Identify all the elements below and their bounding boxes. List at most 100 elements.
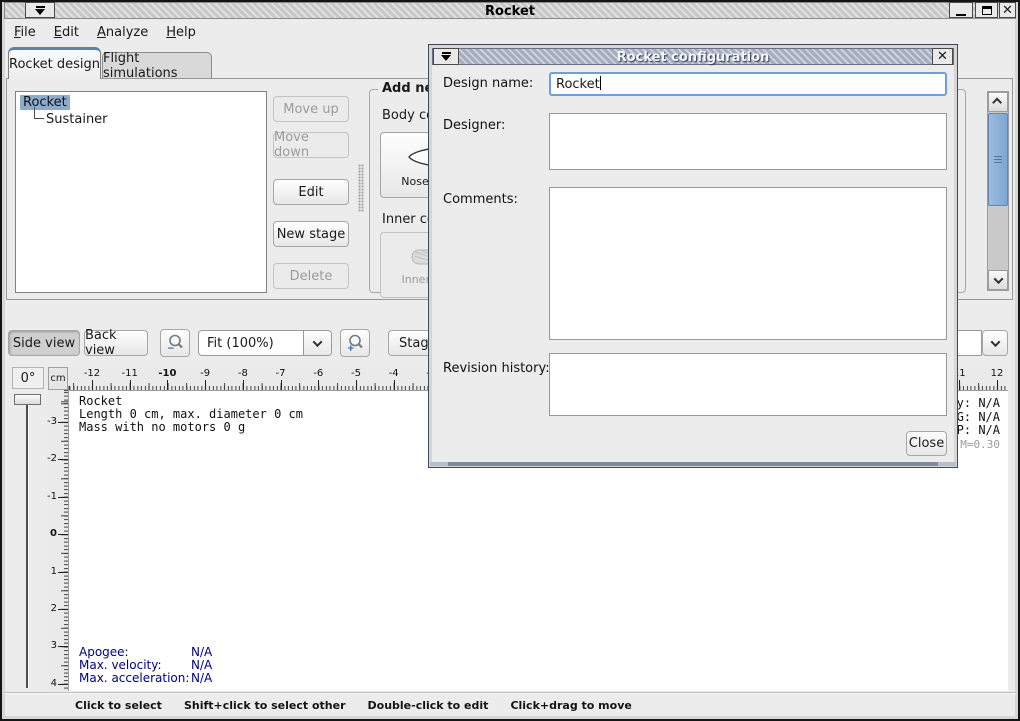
ruler-tick <box>58 684 68 685</box>
revision-history-label: Revision history: <box>443 361 550 376</box>
menu-file[interactable]: File <box>14 23 46 42</box>
scroll-down-button[interactable] <box>988 270 1008 290</box>
ruler-label: -9 <box>200 368 210 379</box>
dialog-window-menu-button[interactable] <box>433 48 459 65</box>
ruler-unit-label: cm <box>48 367 68 390</box>
menu-analyze[interactable]: Analyze <box>97 23 158 42</box>
menu-help[interactable]: Help <box>166 23 206 42</box>
rocket-configuration-dialog: Rocket configuration ✕ Design name: Rock… <box>428 44 958 468</box>
svg-text:+: + <box>347 344 355 353</box>
back-view-button[interactable]: Back view <box>84 330 148 356</box>
revision-history-textarea[interactable] <box>549 353 947 416</box>
flight-info: Apogee:N/AMax. velocity:N/AMax. accelera… <box>79 646 212 685</box>
move-up-button[interactable]: Move up <box>273 96 349 122</box>
flight-data-value: N/A <box>191 658 212 672</box>
ruler-label: 1 <box>51 566 57 577</box>
minimize-icon <box>956 14 966 16</box>
status-hint: Click to select <box>75 699 162 712</box>
ruler-label: -2 <box>47 453 57 464</box>
tree-item-rocket[interactable]: Rocket <box>20 94 266 111</box>
ruler-tick <box>167 380 168 390</box>
zoom-level-combo[interactable]: Fit (100%) <box>198 330 332 356</box>
new-stage-button[interactable]: New stage <box>273 221 349 247</box>
window-menu-button[interactable] <box>25 2 55 18</box>
close-button[interactable]: ✕ <box>999 2 1016 18</box>
dialog-resize-edge[interactable] <box>430 462 956 466</box>
ruler-label: -6 <box>313 368 323 379</box>
delete-button[interactable]: Delete <box>273 263 349 289</box>
flight-data-row: Max. acceleration:N/A <box>79 672 212 685</box>
component-tree[interactable]: Rocket Sustainer <box>15 91 267 293</box>
selected-tree-item[interactable]: Rocket <box>20 95 70 110</box>
design-name-label: Design name: <box>443 76 533 91</box>
ruler-tick <box>58 572 68 573</box>
tab-rocket-design[interactable]: Rocket design <box>8 47 101 79</box>
rotation-slider[interactable] <box>26 394 29 688</box>
svg-text:−: − <box>167 344 175 353</box>
tree-connector-line <box>34 107 44 119</box>
move-down-button[interactable]: Move down <box>273 132 349 158</box>
design-name-input[interactable]: Rocket <box>549 72 947 96</box>
ruler-tick <box>58 497 68 498</box>
ruler-tick <box>58 609 68 610</box>
tree-item-sustainer[interactable]: Sustainer <box>20 111 266 128</box>
ruler-tick <box>58 422 68 423</box>
rotation-slider-handle[interactable] <box>14 394 41 405</box>
rotation-angle-label: 0° <box>12 367 44 389</box>
splitter-grip[interactable] <box>358 164 364 212</box>
ruler-label: 12 <box>991 368 1004 379</box>
chevron-down-icon <box>313 337 323 347</box>
designer-textarea[interactable] <box>549 113 947 170</box>
status-bar: Click to selectShift+click to select oth… <box>4 692 1016 718</box>
ruler-label: 3 <box>51 640 57 651</box>
rocket-summary: Rocket Length 0 cm, max. diameter 0 cm M… <box>79 395 303 434</box>
combo-arrow[interactable] <box>303 331 331 355</box>
ruler-label: -12 <box>84 368 100 379</box>
window-menu-icon <box>441 52 451 61</box>
scrollbar-thumb[interactable] <box>988 113 1008 206</box>
title-bar[interactable]: Rocket <box>4 2 1016 19</box>
ruler-label: -3 <box>47 416 57 427</box>
menu-edit[interactable]: Edit <box>54 23 89 42</box>
menu-bar: File Edit Analyze Help <box>4 20 1016 44</box>
ruler-tick <box>959 380 960 390</box>
right-combo-arrow-button[interactable] <box>982 330 1008 356</box>
components-scrollbar[interactable] <box>987 91 1009 291</box>
scroll-up-button[interactable] <box>988 92 1008 112</box>
zoom-in-icon: + <box>345 333 365 353</box>
chevron-up-icon <box>992 97 1002 107</box>
flight-data-value: N/A <box>191 671 212 685</box>
close-icon: ✕ <box>1002 4 1013 17</box>
zoom-out-button[interactable]: − <box>160 329 190 357</box>
ruler-tick <box>58 534 68 535</box>
vertical-ruler: -3-2-101234 <box>48 390 68 691</box>
dialog-close-action-button[interactable]: Close <box>906 431 947 456</box>
status-hint: Click+drag to move <box>510 699 631 712</box>
ruler-tick <box>58 459 68 460</box>
flight-data-value: N/A <box>191 645 212 659</box>
tab-flight-simulations[interactable]: Flight simulations <box>102 52 212 79</box>
ruler-label: -7 <box>276 368 286 379</box>
dialog-title-bar[interactable]: Rocket configuration <box>432 48 954 65</box>
ruler-tick <box>356 380 357 390</box>
minimize-button[interactable] <box>949 2 973 18</box>
dialog-close-button[interactable]: ✕ <box>932 48 953 65</box>
status-hint: Double-click to edit <box>368 699 489 712</box>
maximize-button[interactable] <box>975 2 998 18</box>
ruler-label: -11 <box>122 368 138 379</box>
chevron-down-icon <box>993 274 1003 284</box>
edit-button[interactable]: Edit <box>273 179 349 205</box>
window-title: Rocket <box>5 4 1015 19</box>
zoom-out-icon: − <box>165 333 185 353</box>
ruler-tick <box>92 380 93 390</box>
side-view-button[interactable]: Side view <box>8 330 80 356</box>
window-menu-icon <box>35 6 45 15</box>
ruler-tick <box>205 380 206 390</box>
ruler-label: -1 <box>47 491 57 502</box>
comments-textarea[interactable] <box>549 187 947 340</box>
ruler-tick <box>58 646 68 647</box>
zoom-in-button[interactable]: + <box>340 329 370 357</box>
ruler-label: -8 <box>238 368 248 379</box>
ruler-tick <box>997 380 998 390</box>
ruler-label: 2 <box>51 603 57 614</box>
